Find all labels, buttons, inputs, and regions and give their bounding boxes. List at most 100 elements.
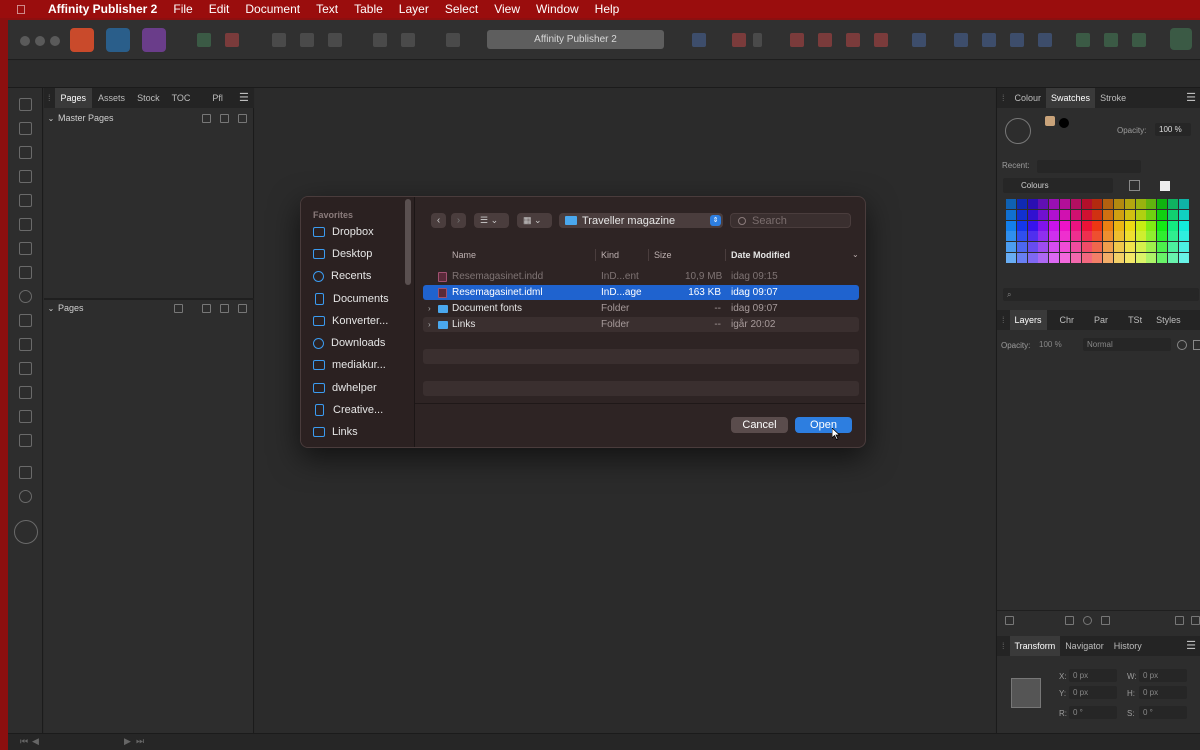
colour-swatch[interactable] xyxy=(1135,253,1146,263)
colour-swatch[interactable] xyxy=(1060,231,1070,242)
add-swatch-icon[interactable] xyxy=(1129,180,1140,191)
sidebar-item-dropbox[interactable]: Dropbox xyxy=(313,223,374,241)
window-minimize-button[interactable] xyxy=(35,36,45,46)
move-backward-icon[interactable] xyxy=(818,33,832,47)
tab-transform[interactable]: Transform xyxy=(1009,636,1061,656)
opacity-input[interactable]: 100 % xyxy=(1155,123,1191,136)
panel-grip-icon[interactable]: ⁞ xyxy=(997,310,1010,330)
colour-swatch[interactable] xyxy=(1157,253,1168,263)
colour-swatch[interactable] xyxy=(1103,199,1114,209)
insert-master-icon[interactable] xyxy=(202,114,211,123)
colour-swatch[interactable] xyxy=(1178,199,1189,209)
snapping-dropdown-icon[interactable] xyxy=(753,33,762,47)
colour-swatch[interactable] xyxy=(1038,209,1049,220)
back-button[interactable]: ‹ xyxy=(431,213,446,228)
colour-swatch[interactable] xyxy=(1081,209,1092,220)
colour-swatch[interactable] xyxy=(1038,231,1049,242)
colour-swatch[interactable] xyxy=(1146,253,1157,263)
menu-edit[interactable]: Edit xyxy=(209,2,230,16)
column-size[interactable]: Size xyxy=(654,245,672,265)
disclosure-chevron-icon[interactable]: › xyxy=(428,317,431,332)
previous-page-icon[interactable]: ◀ xyxy=(32,736,39,747)
black-swatch[interactable] xyxy=(1059,118,1069,128)
colour-swatch[interactable] xyxy=(1049,199,1060,209)
blend-mode-select[interactable]: Normal xyxy=(1083,338,1171,351)
panel-grip-icon[interactable]: ⁞ xyxy=(44,88,55,108)
delete-page-icon[interactable] xyxy=(238,304,247,313)
sidebar-item-desktop[interactable]: Desktop xyxy=(313,245,372,263)
menu-table[interactable]: Table xyxy=(354,2,383,16)
gear-icon[interactable] xyxy=(1177,340,1187,350)
colour-swatch[interactable] xyxy=(1124,199,1135,209)
tab-preflight[interactable]: Pfl xyxy=(206,88,229,108)
colour-swatch[interactable] xyxy=(1157,220,1168,231)
colour-swatch[interactable] xyxy=(1103,209,1114,220)
table-row[interactable]: › Links Folder -- igår 20:02 xyxy=(423,317,859,332)
colour-swatch[interactable] xyxy=(1081,253,1092,263)
colour-swatch[interactable] xyxy=(1146,199,1157,209)
chevron-down-icon[interactable]: ⌄ xyxy=(852,245,859,265)
transparency-tool-icon[interactable] xyxy=(19,410,32,423)
colour-swatch[interactable] xyxy=(1006,242,1016,253)
colour-swatch[interactable] xyxy=(1070,242,1081,253)
location-popup[interactable]: Traveller magazine ⇕ xyxy=(559,213,723,228)
panel-menu-icon[interactable]: ☰ xyxy=(1181,88,1200,108)
fill-tool-icon[interactable] xyxy=(19,386,32,399)
frame-text-tool-icon[interactable] xyxy=(19,146,32,159)
sidebar-item-downloads[interactable]: Downloads xyxy=(313,334,385,352)
delete-layer-icon[interactable] xyxy=(1191,616,1200,625)
adjustment-icon[interactable] xyxy=(1083,616,1092,625)
colour-swatch[interactable] xyxy=(1178,209,1189,220)
colour-swatch[interactable] xyxy=(1135,231,1146,242)
tab-assets[interactable]: Assets xyxy=(92,88,131,108)
tab-styles[interactable]: Styles xyxy=(1151,310,1186,330)
colour-swatch[interactable] xyxy=(1103,220,1114,231)
menu-text[interactable]: Text xyxy=(316,2,338,16)
colour-swatch[interactable] xyxy=(1049,242,1060,253)
column-separator[interactable] xyxy=(595,249,596,261)
menu-file[interactable]: File xyxy=(173,2,192,16)
tab-text-styles[interactable]: TSt xyxy=(1123,310,1147,330)
menu-window[interactable]: Window xyxy=(536,2,579,16)
colour-swatch[interactable] xyxy=(1168,253,1178,263)
colour-swatch[interactable] xyxy=(1124,253,1135,263)
move-back-icon[interactable] xyxy=(790,33,804,47)
boolean-intersect-icon[interactable] xyxy=(1132,33,1146,47)
colour-swatch[interactable] xyxy=(1092,253,1103,263)
swatch-search-input[interactable]: ⌕ xyxy=(1003,288,1199,301)
rotation-input[interactable]: 0 ° xyxy=(1069,706,1117,719)
mask-icon[interactable] xyxy=(1065,616,1074,625)
sidebar-item-dwhelper[interactable]: dwhelper xyxy=(313,379,377,397)
none-swatch-icon[interactable] xyxy=(1160,181,1170,191)
move-tool-icon[interactable] xyxy=(19,98,32,111)
colour-swatch[interactable] xyxy=(1114,231,1124,242)
colour-swatch[interactable] xyxy=(1168,231,1178,242)
duplicate-master-icon[interactable] xyxy=(220,114,229,123)
menu-app-name[interactable]: Affinity Publisher 2 xyxy=(48,2,157,16)
open-button[interactable]: Open xyxy=(795,417,852,433)
colour-swatch[interactable] xyxy=(1016,220,1027,231)
colour-swatch[interactable] xyxy=(1027,242,1038,253)
column-separator[interactable] xyxy=(725,249,726,261)
colour-swatch[interactable] xyxy=(1168,242,1178,253)
hand-tool-icon[interactable] xyxy=(19,466,32,479)
colour-swatch[interactable] xyxy=(1103,231,1114,242)
place-image-tool-icon[interactable] xyxy=(19,338,32,351)
fill-stroke-icon[interactable] xyxy=(1005,118,1031,144)
photo-persona-icon[interactable] xyxy=(142,28,166,52)
colour-swatch[interactable] xyxy=(1081,199,1092,209)
x-input[interactable]: 0 px xyxy=(1069,669,1117,682)
table-icon[interactable] xyxy=(328,33,342,47)
colour-swatch[interactable] xyxy=(1049,220,1060,231)
colour-swatch[interactable] xyxy=(1027,220,1038,231)
colour-swatch[interactable] xyxy=(1146,209,1157,220)
menu-document[interactable]: Document xyxy=(245,2,300,16)
colour-swatch[interactable] xyxy=(1135,199,1146,209)
panel-menu-icon[interactable]: ☰ xyxy=(233,88,255,108)
first-page-icon[interactable]: ⏮ xyxy=(20,736,28,747)
tab-toc[interactable]: TOC xyxy=(166,88,197,108)
lock-icon[interactable] xyxy=(1193,340,1200,350)
colour-swatch[interactable] xyxy=(1006,220,1016,231)
colour-swatch[interactable] xyxy=(1146,242,1157,253)
next-page-icon[interactable]: ▶ xyxy=(124,736,131,747)
